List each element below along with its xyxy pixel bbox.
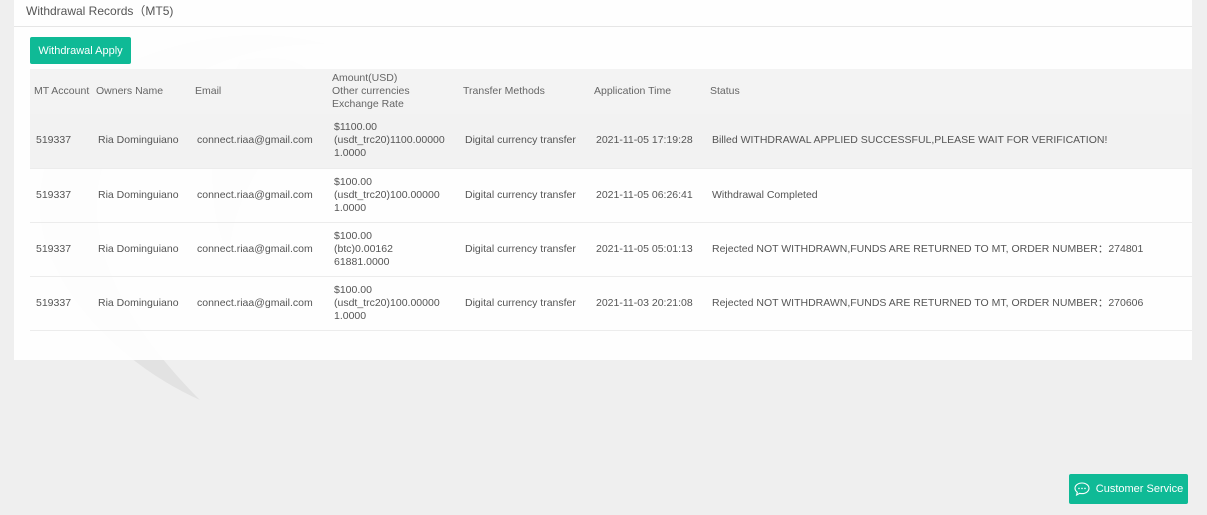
cell-email: connect.riaa@gmail.com <box>191 276 328 331</box>
col-amount-other: Other currencies <box>332 85 410 97</box>
table-row[interactable]: 519337 Ria Dominguiano connect.riaa@gmai… <box>30 276 1192 331</box>
table-row[interactable]: 519337 Ria Dominguiano connect.riaa@gmai… <box>30 168 1192 223</box>
withdrawal-apply-button[interactable]: Withdrawal Apply <box>30 37 131 64</box>
cell-amount-rate: 1.0000 <box>334 309 367 322</box>
col-email: Email <box>195 85 222 97</box>
cell-time: 2021-11-05 05:01:13 <box>590 222 706 277</box>
cell-owner: Ria Dominguiano <box>92 168 191 223</box>
records-panel: Withdrawal Records（MT5) Withdrawal Apply… <box>14 0 1192 360</box>
cell-amount-other: (usdt_trc20)100.00000 <box>334 296 440 309</box>
customer-service-label: Customer Service <box>1095 483 1184 495</box>
cell-status: Rejected NOT WITHDRAWN,FUNDS ARE RETURNE… <box>706 222 1192 277</box>
cell-amount-usd: $1100.00 <box>334 121 378 134</box>
cell-method: Digital currency transfer <box>459 222 590 277</box>
cell-owner: Ria Dominguiano <box>92 222 191 277</box>
cell-status: Withdrawal Completed <box>706 168 1192 223</box>
cell-owner: Ria Dominguiano <box>92 114 191 169</box>
cell-amount-rate: 1.0000 <box>334 201 367 214</box>
cell-time: 2021-11-05 06:26:41 <box>590 168 706 223</box>
cell-time: 2021-11-05 17:19:28 <box>590 114 706 169</box>
cell-amount: $100.00 (usdt_trc20)100.00000 1.0000 <box>328 168 459 223</box>
cell-amount-usd: $100.00 <box>334 175 372 188</box>
cell-status: Billed WITHDRAWAL APPLIED SUCCESSFUL,PLE… <box>706 114 1192 169</box>
cell-status: Rejected NOT WITHDRAWN,FUNDS ARE RETURNE… <box>706 276 1192 331</box>
cell-amount: $1100.00 (usdt_trc20)1100.00000 1.0000 <box>328 114 459 169</box>
cell-account: 519337 <box>30 114 92 169</box>
col-transfer-methods: Transfer Methods <box>463 85 545 97</box>
col-owners-name: Owners Name <box>96 85 164 97</box>
customer-service-button[interactable]: Customer Service <box>1069 474 1188 504</box>
col-amount-usd: Amount(USD) <box>332 72 398 84</box>
table-header-row: MT Account Owners Name Email Amount(USD)… <box>30 69 1192 114</box>
cell-email: connect.riaa@gmail.com <box>191 168 328 223</box>
cell-method: Digital currency transfer <box>459 114 590 169</box>
cell-amount: $100.00 (btc)0.00162 61881.0000 <box>328 222 459 277</box>
cell-method: Digital currency transfer <box>459 276 590 331</box>
cell-amount-rate: 1.0000 <box>334 147 367 160</box>
cell-email: connect.riaa@gmail.com <box>191 114 328 169</box>
col-amount: Amount(USD) Other currencies Exchange Ra… <box>328 69 459 114</box>
cell-account: 519337 <box>30 276 92 331</box>
table-row[interactable]: 519337 Ria Dominguiano connect.riaa@gmai… <box>30 222 1192 277</box>
chat-bubble-icon <box>1074 482 1090 496</box>
panel-title: Withdrawal Records（MT5) <box>14 0 1192 27</box>
withdrawal-records-table: MT Account Owners Name Email Amount(USD)… <box>30 69 1192 331</box>
cell-account: 519337 <box>30 168 92 223</box>
cell-owner: Ria Dominguiano <box>92 276 191 331</box>
cell-email: connect.riaa@gmail.com <box>191 222 328 277</box>
cell-account: 519337 <box>30 222 92 277</box>
cell-amount-rate: 61881.0000 <box>334 255 390 268</box>
cell-amount-other: (usdt_trc20)1100.00000 <box>334 134 445 147</box>
cell-amount-other: (btc)0.00162 <box>334 242 393 255</box>
cell-amount: $100.00 (usdt_trc20)100.00000 1.0000 <box>328 276 459 331</box>
cell-amount-usd: $100.00 <box>334 283 372 296</box>
cell-method: Digital currency transfer <box>459 168 590 223</box>
col-amount-rate: Exchange Rate <box>332 98 404 110</box>
cell-amount-usd: $100.00 <box>334 229 372 242</box>
col-mt-account: MT Account <box>34 85 90 97</box>
cell-amount-other: (usdt_trc20)100.00000 <box>334 188 440 201</box>
col-status: Status <box>710 85 740 97</box>
cell-time: 2021-11-03 20:21:08 <box>590 276 706 331</box>
table-row[interactable]: 519337 Ria Dominguiano connect.riaa@gmai… <box>30 114 1192 169</box>
col-application-time: Application Time <box>594 85 672 97</box>
